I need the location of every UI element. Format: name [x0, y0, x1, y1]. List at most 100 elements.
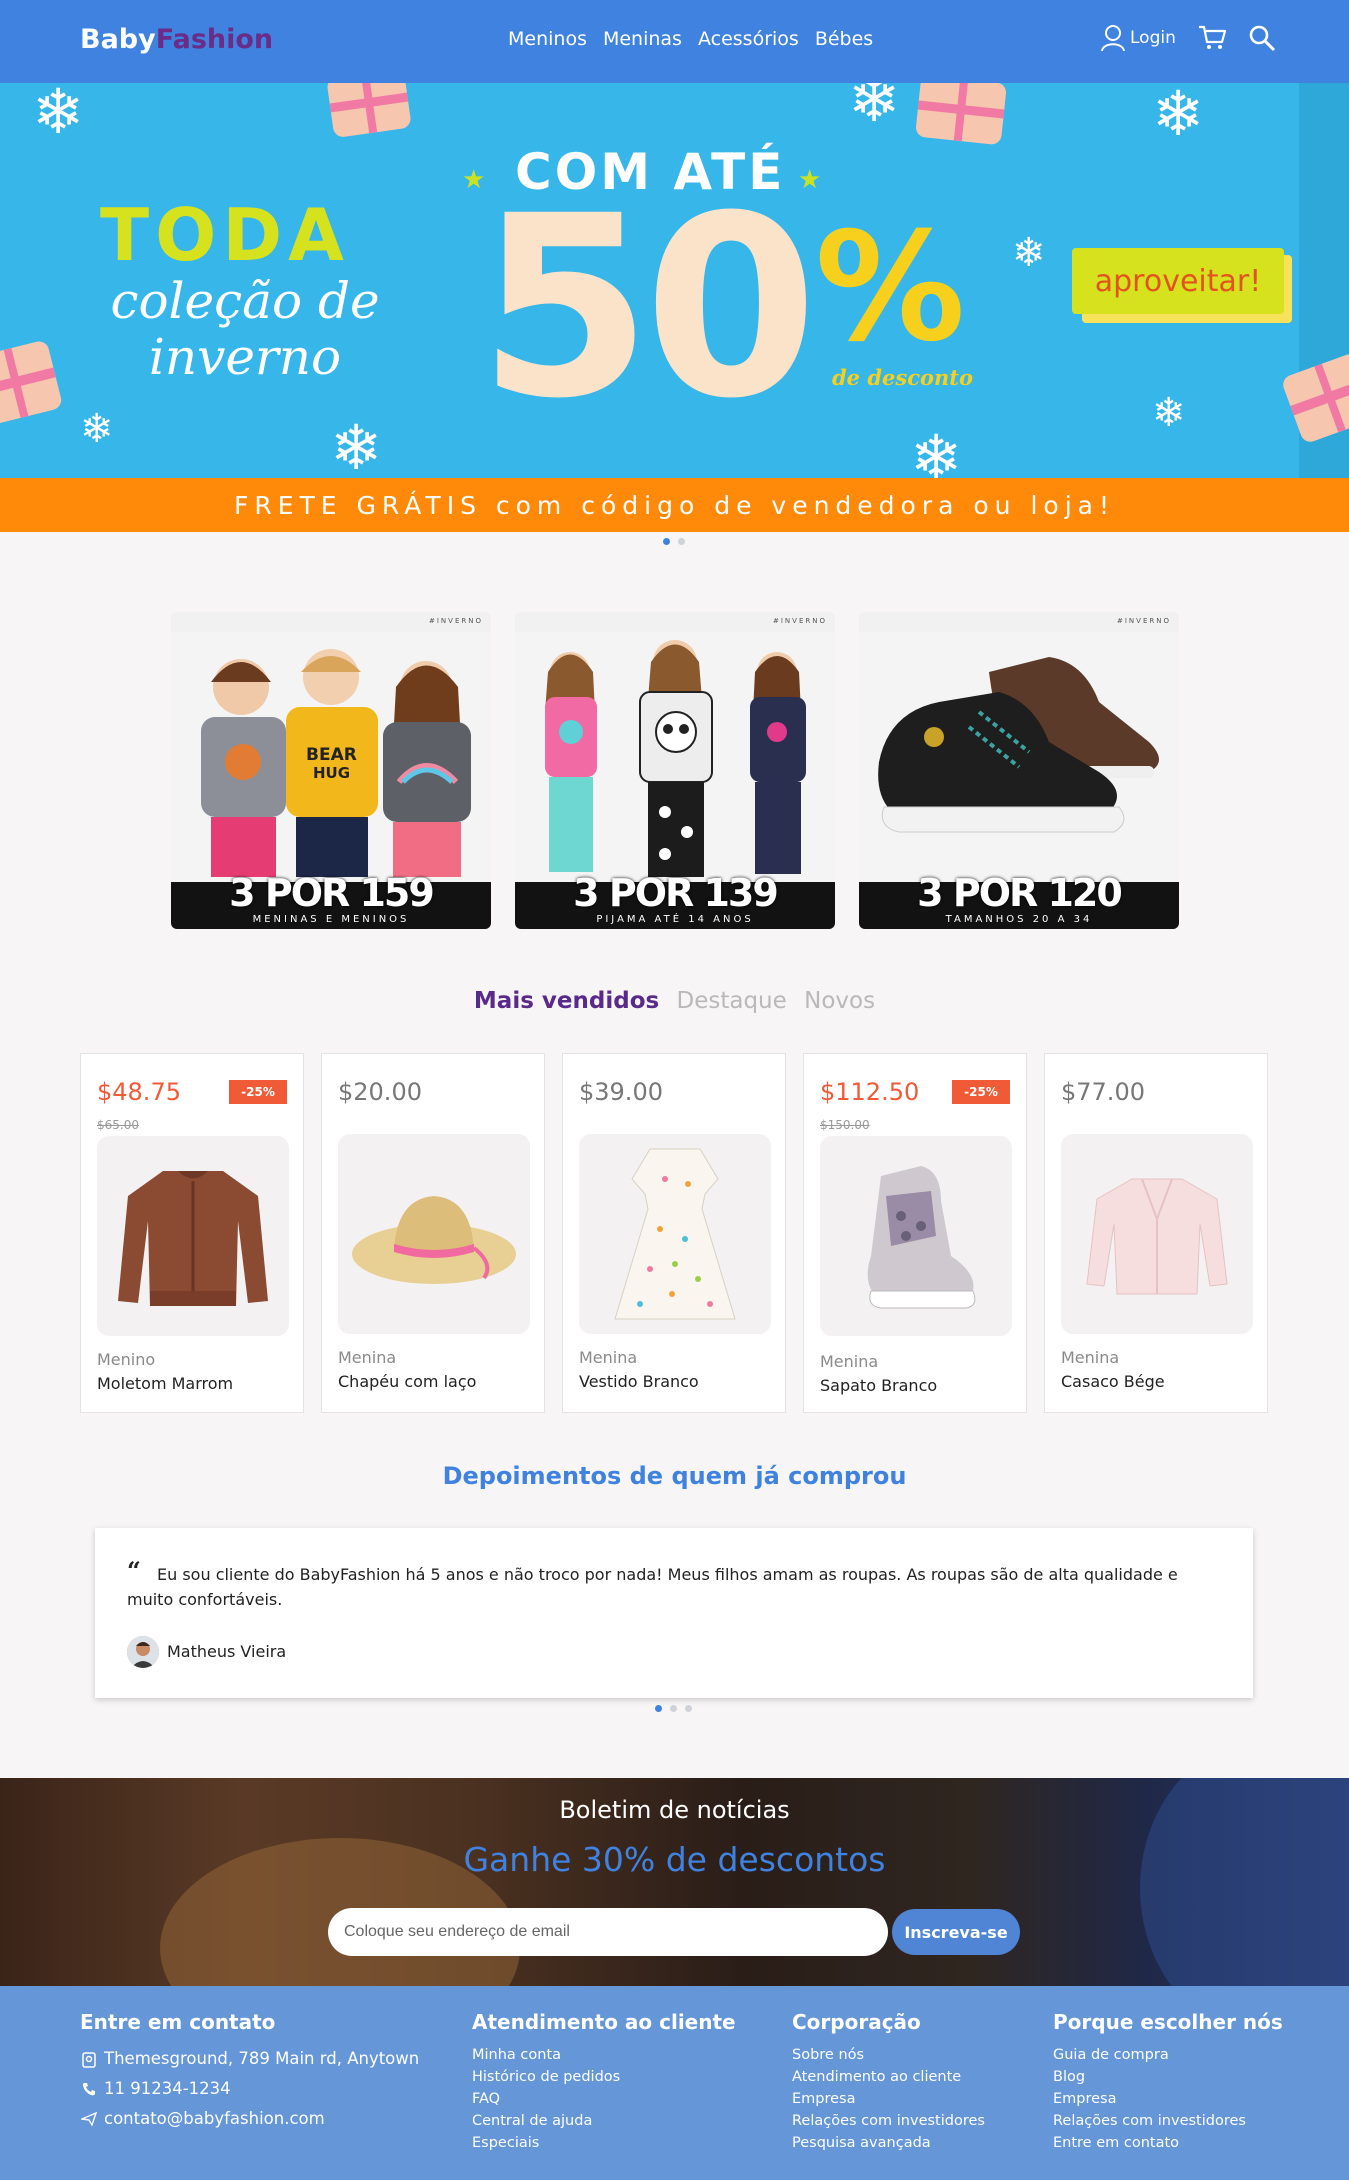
site-header: BabyFashion Meninos Meninas Acessórios B…: [0, 0, 1349, 83]
footer-link[interactable]: Histórico de pedidos: [472, 2066, 736, 2088]
product-name: Vestido Branco: [579, 1372, 699, 1391]
jacket-icon: [1086, 1178, 1228, 1295]
product-card[interactable]: $77.00 Menina Casaco Bége: [1044, 1053, 1268, 1413]
hat-icon: [352, 1196, 516, 1284]
footer-link[interactable]: Minha conta: [472, 2044, 736, 2066]
phone-text: 11 91234-1234: [104, 2079, 231, 2098]
carousel-dot[interactable]: [670, 1705, 677, 1712]
discount-badge: -25%: [952, 1080, 1010, 1104]
product-price: $48.75: [97, 1078, 181, 1106]
product-name: Moletom Marrom: [97, 1374, 234, 1393]
carousel-dot[interactable]: [655, 1705, 662, 1712]
newsletter-headline: Ganhe 30% de descontos: [463, 1840, 886, 1879]
carousel-dot[interactable]: [685, 1705, 692, 1712]
cart-icon[interactable]: [1198, 25, 1226, 51]
footer-link[interactable]: FAQ: [472, 2088, 736, 2110]
footer-link[interactable]: Atendimento ao cliente: [792, 2066, 985, 2088]
promo-tile-kids[interactable]: #INVERNO BEAR HUG 3 POR 159 MENINAS E ME…: [171, 612, 491, 929]
promo-price: 3 POR 159: [229, 871, 435, 915]
location-icon: [80, 2050, 98, 2068]
subscribe-button[interactable]: Inscreva-se: [892, 1909, 1020, 1955]
promo-tile-pajamas[interactable]: #INVERNO 3 POR 139 PIJAMA ATÉ 14 ANOS: [515, 612, 835, 929]
login-link[interactable]: Login: [1100, 24, 1176, 52]
gift-icon: [0, 339, 64, 427]
hero-line-toda: TODA: [100, 193, 350, 277]
nav-item-acessorios[interactable]: Acessórios: [698, 28, 799, 50]
carousel-dot[interactable]: [663, 538, 670, 545]
footer-link[interactable]: Relações com investidores: [792, 2110, 985, 2132]
product-image: [1061, 1134, 1253, 1334]
carousel-dot[interactable]: [678, 538, 685, 545]
footer-link[interactable]: Sobre nós: [792, 2044, 985, 2066]
product-tabs: Mais vendidos Destaque Novos: [0, 988, 1349, 1014]
gift-icon: [914, 83, 1008, 146]
email-text: contato@babyfashion.com: [104, 2109, 325, 2128]
promo-subtitle: TAMANHOS 20 A 34: [945, 914, 1093, 925]
product-price: $112.50: [820, 1078, 920, 1106]
footer-phone[interactable]: 11 91234-1234: [80, 2074, 419, 2104]
free-shipping-banner: FRETE GRÁTIS com código de vendedora ou …: [0, 478, 1349, 532]
footer-link[interactable]: Especiais: [472, 2132, 736, 2154]
site-logo[interactable]: BabyFashion: [80, 24, 273, 55]
testimonial-card: “ Eu sou cliente do BabyFashion há 5 ano…: [95, 1528, 1253, 1698]
gift-icon: [1280, 351, 1349, 445]
tab-destaque[interactable]: Destaque: [677, 988, 787, 1014]
product-image: [97, 1136, 289, 1336]
user-icon: [1101, 25, 1125, 52]
snowflake-icon: ❄: [910, 421, 962, 479]
nav-item-meninos[interactable]: Meninos: [508, 28, 587, 50]
promo-subtitle: MENINAS E MENINOS: [252, 914, 410, 925]
snowflake-icon: ❄: [80, 406, 114, 452]
product-name: Sapato Branco: [820, 1376, 938, 1395]
footer-link[interactable]: Empresa: [1053, 2088, 1283, 2110]
product-image: [820, 1136, 1012, 1336]
hero-percent-sign: %: [815, 201, 966, 375]
footer-link[interactable]: Guia de compra: [1053, 2044, 1283, 2066]
product-card[interactable]: $48.75 -25% $65.00 Menino Moletom Marrom: [80, 1053, 304, 1413]
product-card[interactable]: $39.00 Menina Vestido Branco: [562, 1053, 786, 1413]
phone-icon: [80, 2082, 98, 2096]
promo-tile-shoes[interactable]: #INVERNO 3 POR 120 TAMANHOS 20 A 34: [859, 612, 1179, 929]
product-name: Chapéu com laço: [338, 1372, 477, 1391]
search-icon[interactable]: [1248, 24, 1276, 52]
snowflake-icon: ❄: [1012, 230, 1046, 276]
footer-link[interactable]: Pesquisa avançada: [792, 2132, 985, 2154]
footer-heading: Corporação: [792, 2010, 921, 2034]
nav-item-bebes[interactable]: Bébes: [815, 28, 873, 50]
tab-novos[interactable]: Novos: [804, 988, 875, 1014]
tab-mais-vendidos[interactable]: Mais vendidos: [474, 988, 659, 1014]
testimonial-author: Matheus Vieira: [167, 1642, 287, 1661]
snowflake-icon: ❄: [848, 83, 900, 136]
footer-column-corporacao: Corporação Sobre nós Atendimento ao clie…: [792, 2010, 985, 2154]
product-category: Menina: [1061, 1348, 1120, 1367]
footer-link[interactable]: Relações com investidores: [1053, 2110, 1283, 2132]
footer-heading: Porque escolher nós: [1053, 2010, 1283, 2034]
product-price: $39.00: [579, 1078, 663, 1106]
product-card[interactable]: $20.00 Menina Chapéu com laço: [321, 1053, 545, 1413]
product-category: Menina: [338, 1348, 397, 1367]
product-old-price: $65.00: [97, 1118, 139, 1132]
promo-price: 3 POR 139: [573, 871, 779, 915]
hero-banner[interactable]: ❄ ❄ ❄ ❄ ❄ ❄ ❄ ❄ ★ ★ TODA coleção de inve…: [0, 83, 1349, 478]
product-old-price: $150.00: [820, 1118, 870, 1132]
footer-link[interactable]: Empresa: [792, 2088, 985, 2110]
product-category: Menina: [579, 1348, 638, 1367]
footer-heading: Atendimento ao cliente: [472, 2010, 736, 2034]
footer-link[interactable]: Central de ajuda: [472, 2110, 736, 2132]
footer-link[interactable]: Blog: [1053, 2066, 1283, 2088]
product-category: Menina: [820, 1352, 879, 1371]
footer-email[interactable]: contato@babyfashion.com: [80, 2104, 419, 2134]
dress-icon: [614, 1148, 736, 1320]
address-text: Themesground, 789 Main rd, Anytown: [104, 2049, 420, 2068]
footer-link[interactable]: Entre em contato: [1053, 2132, 1283, 2154]
hero-line-colecao: coleção de inverno: [110, 272, 380, 386]
snowflake-icon: ❄: [32, 83, 84, 148]
nav-item-meninas[interactable]: Meninas: [603, 28, 682, 50]
footer-heading: Entre em contato: [80, 2010, 276, 2034]
aproveitar-button[interactable]: aproveitar!: [1072, 248, 1284, 314]
product-name: Casaco Bége: [1061, 1372, 1165, 1391]
footer-contact: Entre em contato Themesground, 789 Main …: [80, 2010, 419, 2134]
email-field[interactable]: [328, 1908, 888, 1956]
product-card[interactable]: $112.50 -25% $150.00 Menina Sapato Branc…: [803, 1053, 1027, 1413]
kids-shoes-image: [859, 632, 1179, 882]
